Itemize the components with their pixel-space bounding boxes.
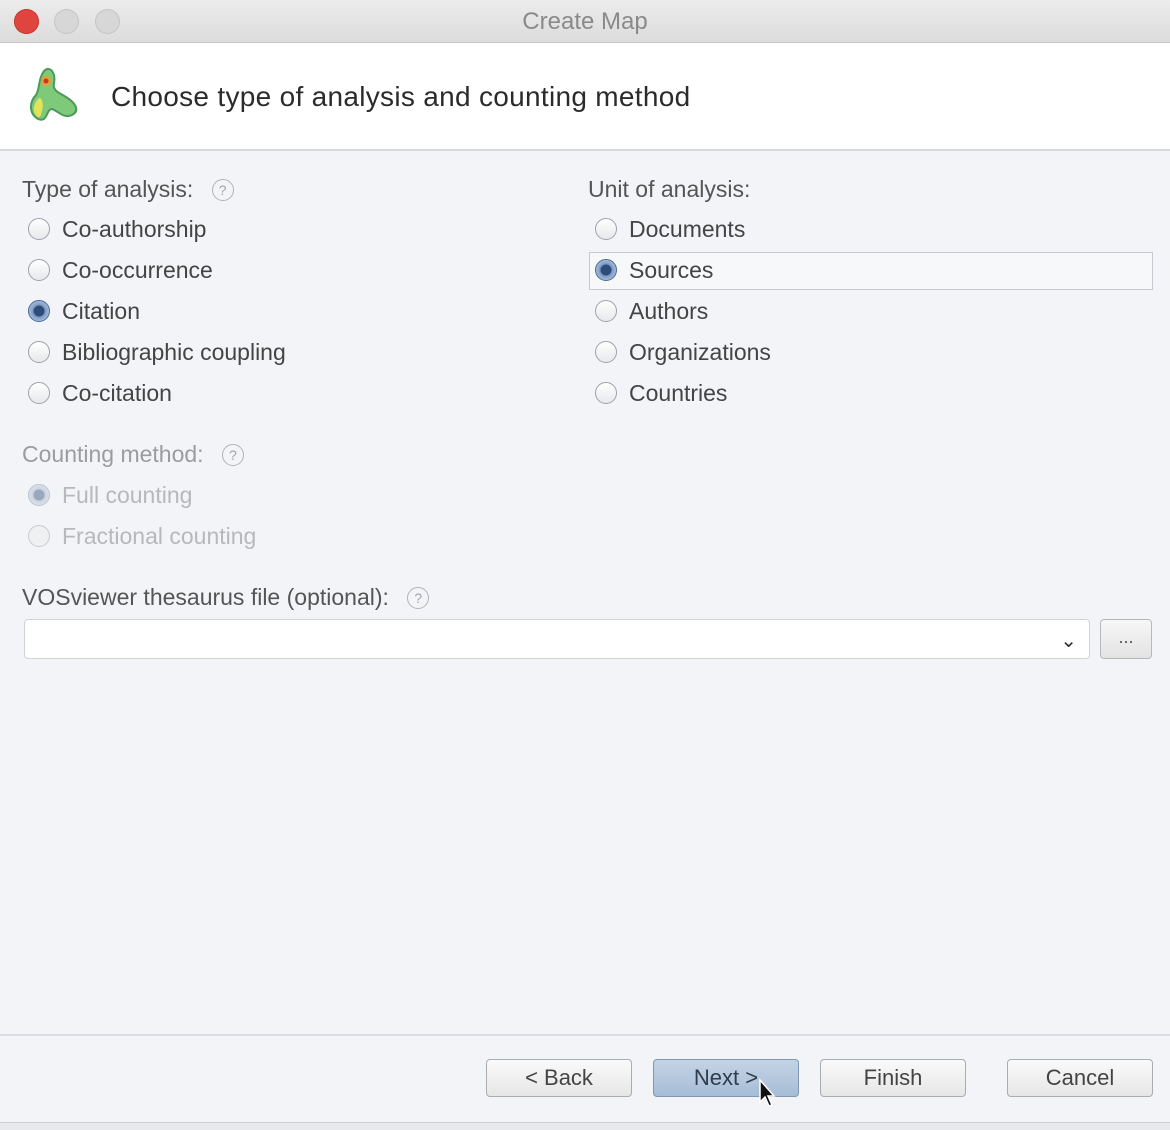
help-icon[interactable]: ? [407, 587, 430, 609]
radio-co-authorship[interactable]: Co-authorship [28, 212, 206, 246]
radio-label: Co-occurrence [62, 256, 213, 283]
radio-button-icon[interactable] [595, 382, 617, 404]
title-bar: Create Map [0, 0, 1170, 43]
chevron-down-icon[interactable]: ⌄ [1060, 628, 1077, 653]
radio-bibliographic-coupling[interactable]: Bibliographic coupling [28, 335, 286, 369]
radio-sources[interactable]: Sources [595, 253, 713, 287]
radio-button-icon[interactable] [595, 218, 617, 240]
radio-button-selected-icon[interactable] [595, 259, 617, 281]
radio-full-counting: Full counting [28, 478, 192, 512]
help-icon[interactable]: ? [211, 179, 234, 201]
radio-countries[interactable]: Countries [595, 376, 727, 410]
radio-co-citation[interactable]: Co-citation [28, 376, 172, 410]
radio-button-icon [28, 525, 50, 547]
footer-divider [0, 1034, 1170, 1036]
radio-button-icon[interactable] [595, 300, 617, 322]
dialog-header: Choose type of analysis and counting met… [0, 43, 1170, 151]
mouse-pointer-icon [759, 1078, 776, 1107]
cancel-button[interactable]: Cancel [1007, 1059, 1153, 1097]
radio-label: Co-citation [62, 379, 172, 406]
create-map-dialog: Create Map Choose type of analysis and c… [0, 0, 1170, 1123]
radio-label: Fractional counting [62, 522, 257, 549]
radio-button-icon[interactable] [28, 218, 50, 240]
counting-method-label-text: Counting method: [22, 441, 204, 467]
radio-label: Full counting [62, 481, 193, 508]
next-button[interactable]: Next > [653, 1059, 799, 1097]
thesaurus-label-text: VOSviewer thesaurus file (optional): [22, 584, 389, 610]
radio-organizations[interactable]: Organizations [595, 335, 771, 369]
radio-button-icon[interactable] [28, 382, 50, 404]
radio-authors[interactable]: Authors [595, 294, 708, 328]
finish-button[interactable]: Finish [820, 1059, 966, 1097]
radio-label: Documents [629, 215, 746, 242]
radio-button-icon[interactable] [28, 259, 50, 281]
analysis-type-label: Type of analysis: ? [22, 176, 234, 203]
radio-button-icon[interactable] [595, 341, 617, 363]
radio-label: Organizations [629, 338, 771, 365]
unit-of-analysis-label: Unit of analysis: [588, 176, 751, 202]
radio-label: Authors [629, 297, 709, 324]
counting-method-label: Counting method: ? [22, 441, 244, 468]
radio-label: Citation [62, 297, 140, 324]
radio-label: Countries [629, 379, 728, 406]
radio-label: Co-authorship [62, 215, 207, 242]
radio-button-selected-icon [28, 484, 50, 506]
vosviewer-logo-icon [30, 67, 78, 121]
radio-co-occurrence[interactable]: Co-occurrence [28, 253, 213, 287]
radio-label: Sources [629, 256, 714, 283]
radio-label: Bibliographic coupling [62, 338, 286, 365]
radio-button-selected-icon[interactable] [28, 300, 50, 322]
browse-file-button[interactable]: ... [1100, 619, 1152, 659]
thesaurus-label: VOSviewer thesaurus file (optional): ? [22, 584, 430, 611]
window-title: Create Map [522, 8, 648, 35]
back-button[interactable]: < Back [486, 1059, 632, 1097]
radio-button-icon[interactable] [28, 341, 50, 363]
radio-fractional-counting: Fractional counting [28, 519, 256, 553]
thesaurus-file-combobox[interactable]: ⌄ [24, 619, 1090, 659]
analysis-type-label-text: Type of analysis: [22, 176, 194, 202]
page-title: Choose type of analysis and counting met… [111, 81, 691, 112]
radio-documents[interactable]: Documents [595, 212, 745, 246]
radio-citation[interactable]: Citation [28, 294, 140, 328]
help-icon[interactable]: ? [221, 444, 244, 466]
